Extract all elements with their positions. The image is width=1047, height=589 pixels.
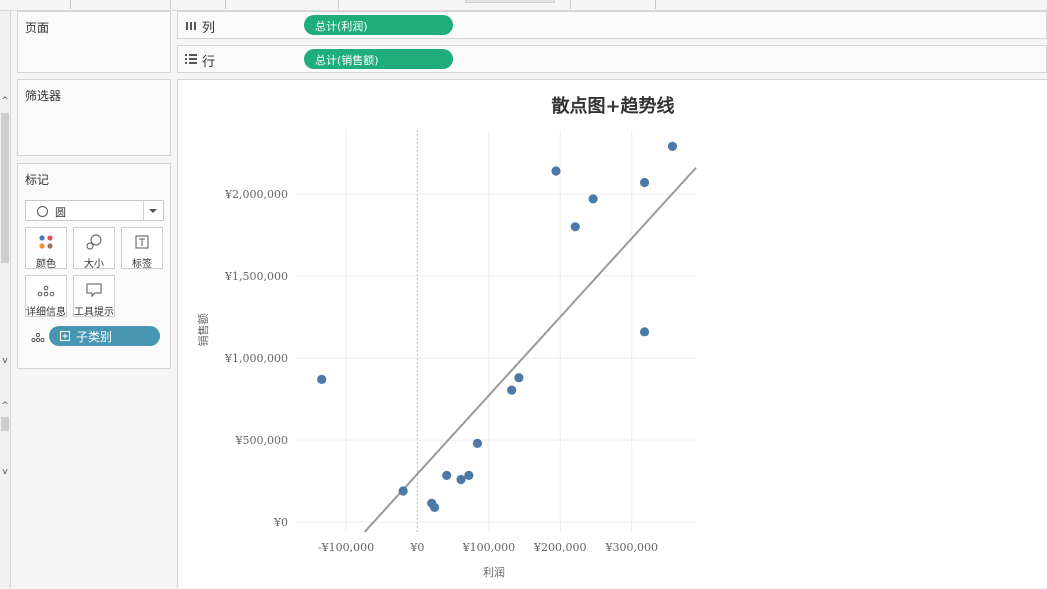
data-point: [588, 194, 598, 204]
scrollbar-thumb[interactable]: [1, 113, 9, 263]
tooltip-button-label: 工具提示: [74, 307, 114, 318]
color-button[interactable]: 颜色: [25, 227, 67, 270]
data-point: [464, 470, 474, 480]
scrollbar-thumb[interactable]: [1, 417, 9, 431]
x-tick-label: ¥0: [409, 541, 424, 554]
chevron-down-icon[interactable]: [143, 201, 163, 220]
y-tick-label: ¥1,000,000: [224, 352, 288, 365]
rows-icon: [185, 54, 197, 64]
tooltip-button[interactable]: 工具提示: [73, 275, 115, 318]
toolbar-separator: [70, 0, 71, 9]
data-point: [456, 474, 466, 485]
x-tick-label: ¥200,000: [533, 541, 587, 554]
detail-dots-icon: [31, 332, 45, 343]
gridlines: [296, 130, 696, 532]
toolbar-separator: [570, 0, 571, 9]
profit-sum-pill-label: 总计(利润): [315, 20, 368, 33]
data-point: [429, 502, 440, 512]
circle-mark-icon: [37, 206, 48, 217]
y-tick-label: ¥500,000: [235, 434, 289, 447]
data-point: [639, 327, 650, 337]
color-button-label: 颜色: [36, 259, 56, 270]
chevron-up-icon[interactable]: ^: [0, 401, 10, 411]
pages-card[interactable]: 页面: [17, 11, 171, 73]
subcategory-pill-label: 子类别: [76, 330, 113, 344]
y-tick-label: ¥1,500,000: [224, 270, 288, 283]
chart-view: -¥100,000 ¥0 ¥100,000 ¥200,000 ¥300,000 ¥0 ¥50…: [177, 79, 1047, 588]
marks-card-title: 标记: [25, 173, 50, 187]
data-point: [472, 438, 483, 448]
data-point: [507, 385, 517, 395]
y-tick-label: ¥0: [273, 516, 288, 529]
columns-shelf-label: 列: [202, 21, 216, 36]
toolbar-separator: [655, 0, 656, 9]
sales-sum-pill[interactable]: 总计(销售额): [304, 49, 453, 69]
chevron-down-icon[interactable]: v: [0, 356, 10, 366]
y-tick-label: ¥2,000,000: [224, 188, 288, 201]
label-button[interactable]: 标签: [121, 227, 163, 270]
chevron-down-icon[interactable]: v: [0, 467, 10, 477]
x-tick-label: -¥100,000: [318, 541, 374, 554]
data-point: [667, 141, 678, 152]
data-point: [570, 222, 580, 232]
color-palette-icon: [39, 235, 53, 249]
size-button-label: 大小: [84, 259, 104, 270]
mark-type-dropdown[interactable]: 圆: [25, 200, 164, 221]
top-toolbar-strip: [0, 0, 1047, 11]
expand-plus-icon[interactable]: [60, 331, 70, 341]
toolbar-separator: [170, 0, 171, 9]
toolbar-separator: [225, 0, 226, 9]
filters-card[interactable]: 筛选器: [17, 79, 171, 156]
rows-shelf-label: 行: [202, 55, 216, 70]
axis-ticks: -¥100,000 ¥0 ¥100,000 ¥200,000 ¥300,000 ¥0 ¥50…: [224, 188, 658, 554]
sales-sum-pill-label: 总计(销售额): [315, 54, 379, 67]
data-point: [398, 486, 408, 496]
toolbar-field[interactable]: [465, 0, 555, 3]
data-point: [317, 374, 327, 385]
pages-card-title: 页面: [25, 21, 50, 35]
size-icon: [86, 234, 102, 250]
chevron-up-icon[interactable]: ^: [0, 96, 10, 106]
detail-button[interactable]: 详细信息: [25, 275, 67, 318]
data-point: [514, 373, 524, 383]
x-tick-label: ¥300,000: [604, 541, 658, 554]
filters-card-title: 筛选器: [25, 89, 62, 103]
y-axis-title: 销售额: [196, 314, 210, 347]
detail-dots-icon: [37, 285, 55, 297]
trendline-layer: [363, 167, 697, 533]
chart-title: 散点图+趋势线: [551, 96, 675, 117]
mark-type-value: 圆: [55, 206, 66, 219]
scatter-plot: -¥100,000 ¥0 ¥100,000 ¥200,000 ¥300,000 ¥0 ¥50…: [196, 130, 697, 579]
tooltip-bubble-icon: [86, 283, 102, 298]
x-tick-label: ¥100,000: [462, 541, 516, 554]
left-collapsed-pane: ^ v ^ v: [0, 11, 11, 588]
toolbar-separator: [338, 0, 339, 9]
data-point: [639, 177, 650, 188]
trend-line: [363, 167, 697, 533]
columns-icon: [186, 22, 196, 30]
detail-button-label: 详细信息: [26, 307, 66, 318]
x-axis-title: 利润: [483, 565, 505, 579]
data-point: [442, 470, 452, 480]
label-button-label: 标签: [132, 259, 152, 270]
data-point: [551, 166, 561, 176]
subcategory-detail-pill[interactable]: 子类别: [49, 326, 160, 346]
text-label-icon: [135, 235, 149, 249]
profit-sum-pill[interactable]: 总计(利润): [304, 15, 453, 35]
size-button[interactable]: 大小: [73, 227, 115, 270]
data-points: [317, 141, 678, 512]
